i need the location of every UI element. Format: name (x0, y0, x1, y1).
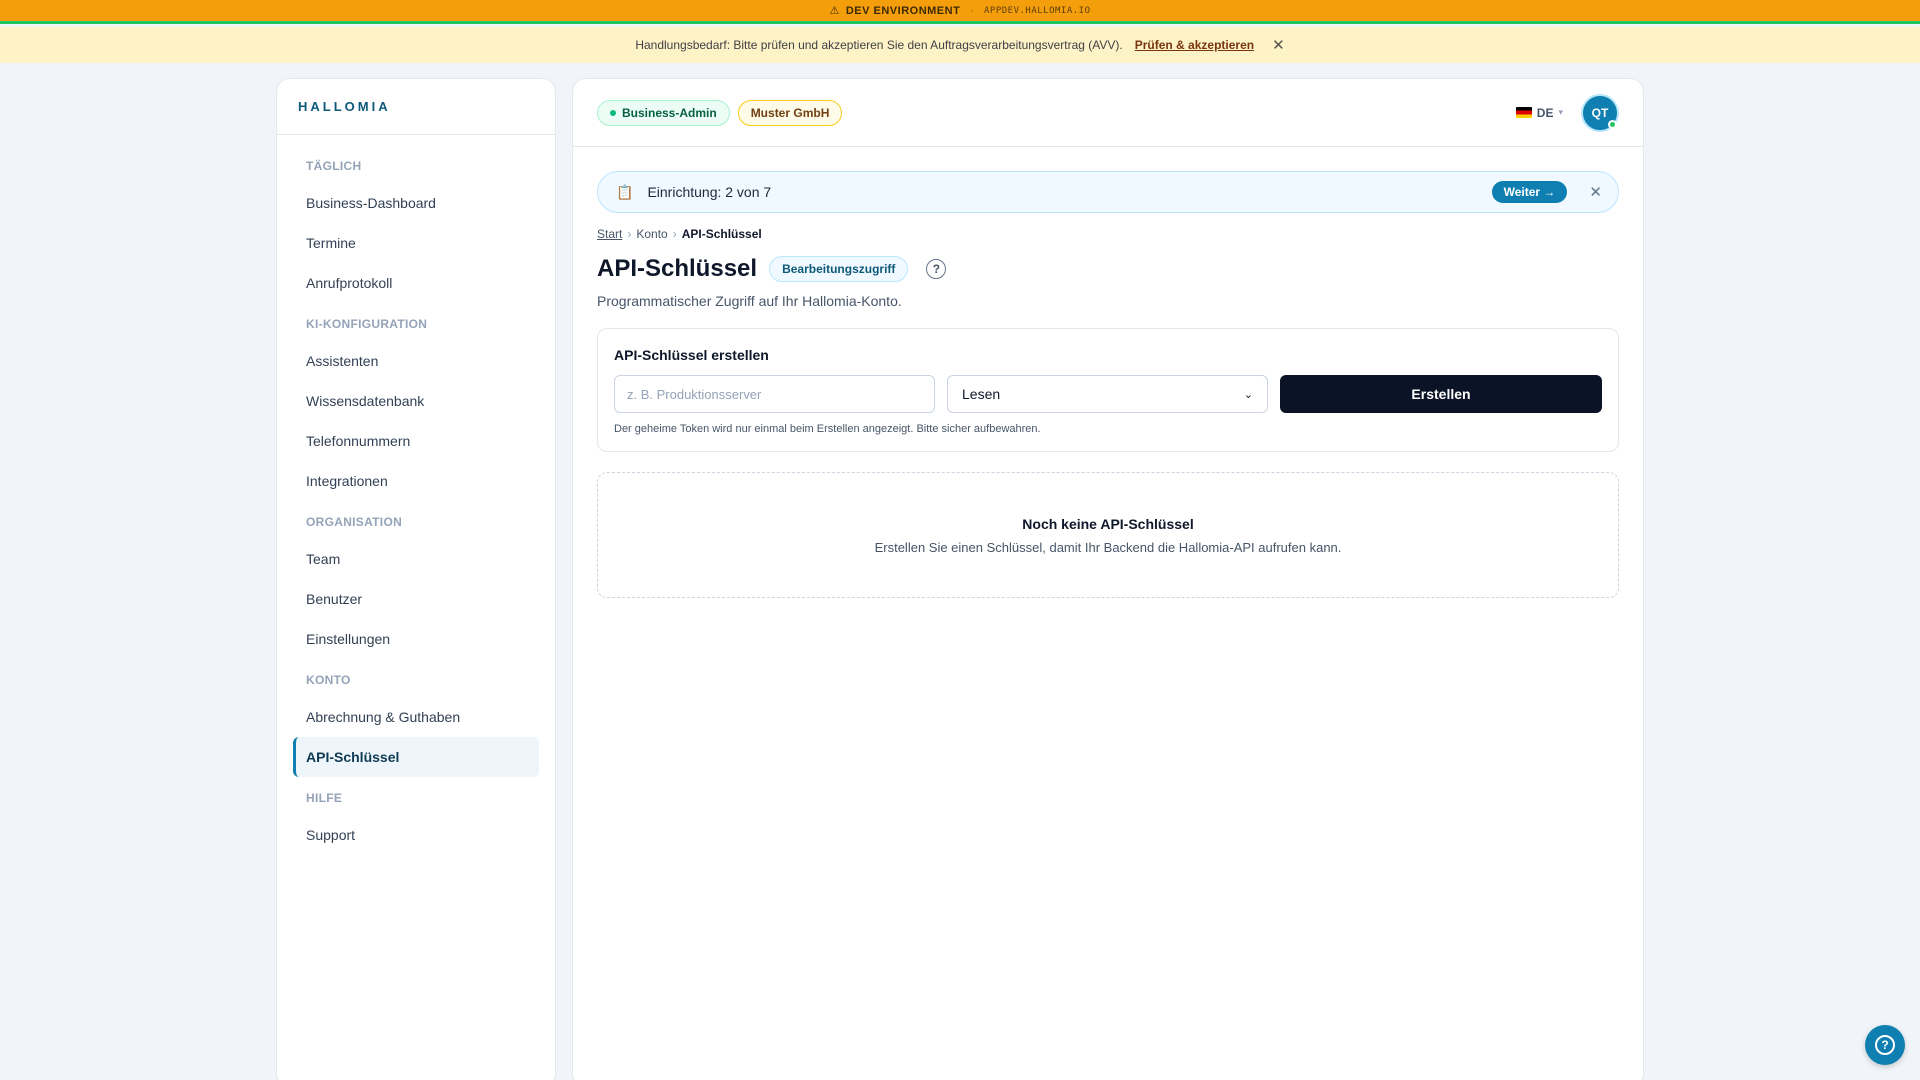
breadcrumb-current: API-Schlüssel (681, 227, 762, 241)
sidebar-item-support[interactable]: Support (293, 815, 539, 855)
brand-logo[interactable]: HALLOMIA (277, 79, 555, 135)
avv-notice-bar: Handlungsbedarf: Bitte prüfen und akzept… (0, 27, 1920, 63)
sidebar-item-abrechnung[interactable]: Abrechnung & Guthaben (293, 697, 539, 737)
language-label: DE (1536, 105, 1554, 120)
nav-section-title: KI-KONFIGURATION (306, 317, 428, 331)
nav-section-title: KONTO (306, 673, 351, 687)
empty-state-title: Noch keine API-Schlüssel (1022, 515, 1194, 532)
chevron-down-icon: ▾ (1558, 107, 1563, 117)
sidebar-nav: TÄGLICH Business-Dashboard Termine Anruf… (277, 135, 555, 855)
empty-state-text: Erstellen Sie einen Schlüssel, damit Ihr… (874, 539, 1342, 555)
status-dot-icon (610, 109, 616, 116)
sidebar-item-einstellungen[interactable]: Einstellungen (293, 619, 539, 659)
create-form-row: Lesen ⌄ Erstellen (614, 375, 1602, 413)
sidebar-item-termine[interactable]: Termine (293, 223, 539, 263)
token-hint: Der geheime Token wird nur einmal beim E… (614, 423, 1041, 435)
page-title: API-Schlüssel (597, 255, 758, 282)
dev-label-text: DEV ENVIRONMENT (845, 4, 961, 17)
germany-flag-icon (1515, 107, 1532, 118)
sidebar-item-telefonnummern[interactable]: Telefonnummern (293, 421, 539, 461)
page-subtitle: Programmatischer Zugriff auf Ihr Hallomi… (597, 293, 902, 309)
close-icon[interactable]: ✕ (1589, 183, 1602, 201)
org-badge[interactable]: Muster GmbH (737, 99, 843, 126)
dev-environment-banner: ⚠ DEV ENVIRONMENT · APPDEV.HALLOMIA.IO (0, 0, 1920, 24)
close-icon[interactable]: ✕ (1272, 36, 1285, 54)
chevron-down-icon: ⌄ (1243, 388, 1253, 401)
role-badge: Business-Admin (597, 99, 730, 126)
breadcrumb-konto[interactable]: Konto (636, 227, 667, 241)
review-accept-link[interactable]: Prüfen & akzeptieren (1135, 38, 1254, 52)
help-icon: ? (1875, 1035, 1895, 1055)
sidebar: HALLOMIA TÄGLICH Business-Dashboard Term… (276, 78, 556, 1080)
online-status-icon (1608, 119, 1617, 129)
sidebar-item-anrufprotokoll[interactable]: Anrufprotokoll (293, 263, 539, 303)
breadcrumb-separator: › (672, 227, 677, 241)
breadcrumb-separator: › (627, 227, 632, 241)
dev-separator: · (970, 4, 974, 17)
sidebar-item-team[interactable]: Team (293, 539, 539, 579)
sidebar-item-assistenten[interactable]: Assistenten (293, 341, 539, 381)
avatar[interactable]: QT (1581, 93, 1619, 132)
create-card-heading: API-Schlüssel erstellen (614, 347, 769, 363)
empty-state: Noch keine API-Schlüssel Erstellen Sie e… (597, 472, 1619, 598)
dev-domain: APPDEV.HALLOMIA.IO (983, 5, 1091, 16)
sidebar-item-integrationen[interactable]: Integrationen (293, 461, 539, 501)
role-badge-label: Business-Admin (622, 105, 717, 120)
nav-section-title: TÄGLICH (306, 159, 362, 173)
setup-progress-card: 📋 Einrichtung: 2 von 7 Weiter → ✕ (597, 171, 1619, 213)
nav-section-title: HILFE (306, 791, 343, 805)
breadcrumb: Start › Konto › API-Schlüssel (597, 227, 1619, 241)
header-right: DE ▾ QT (1515, 93, 1619, 132)
avatar-initials: QT (1591, 105, 1609, 120)
main-header: Business-Admin Muster GmbH DE ▾ QT (573, 79, 1643, 147)
language-selector[interactable]: DE ▾ (1515, 105, 1563, 120)
notice-text: Handlungsbedarf: Bitte prüfen und akzept… (635, 38, 1123, 52)
create-api-key-card: API-Schlüssel erstellen Lesen ⌄ Erstelle… (597, 328, 1619, 452)
content: 📋 Einrichtung: 2 von 7 Weiter → ✕ Start … (573, 147, 1643, 598)
breadcrumb-start[interactable]: Start (597, 227, 622, 241)
main-panel: Business-Admin Muster GmbH DE ▾ QT 📋 Ein… (572, 78, 1644, 1080)
warning-icon: ⚠ (829, 5, 840, 17)
create-button[interactable]: Erstellen (1280, 375, 1602, 413)
sidebar-item-benutzer[interactable]: Benutzer (293, 579, 539, 619)
next-button[interactable]: Weiter → (1491, 181, 1568, 203)
sidebar-item-wissensdatenbank[interactable]: Wissensdatenbank (293, 381, 539, 421)
help-icon[interactable]: ? (926, 259, 947, 279)
floating-help-button[interactable]: ? (1865, 1025, 1905, 1065)
clipboard-icon: 📋 (616, 183, 634, 200)
key-name-input[interactable] (614, 375, 935, 413)
scope-selected-value: Lesen (962, 386, 1001, 402)
title-row: API-Schlüssel Bearbeitungszugriff ? (597, 255, 1619, 283)
sidebar-item-api-schluessel[interactable]: API-Schlüssel (293, 737, 539, 777)
sidebar-item-business-dashboard[interactable]: Business-Dashboard (293, 183, 539, 223)
nav-section-title: ORGANISATION (306, 515, 403, 529)
scope-select[interactable]: Lesen ⌄ (947, 375, 1268, 413)
access-badge: Bearbeitungszugriff (769, 256, 909, 282)
setup-progress-text: Einrichtung: 2 von 7 (647, 184, 772, 200)
dev-label: ⚠ DEV ENVIRONMENT (829, 4, 961, 18)
